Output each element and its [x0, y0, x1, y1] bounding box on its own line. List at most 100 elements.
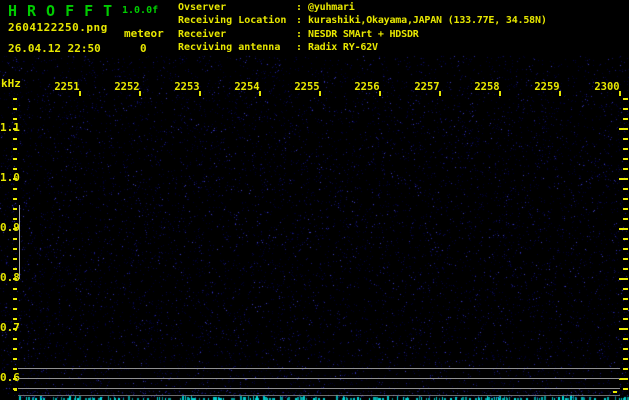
freq-tick-left: [13, 278, 17, 280]
app-version: 1.0.0f: [122, 5, 158, 16]
freq-axis-label: 0.8: [0, 271, 13, 284]
minute-tick: [439, 91, 441, 96]
freq-tick-left: [13, 118, 17, 120]
left-edge-marker-line: [19, 205, 20, 279]
minute-tick: [139, 91, 141, 96]
freq-tick-right: [623, 358, 628, 360]
freq-tick-left: [13, 358, 17, 360]
signal-strip-left-mark: [14, 389, 17, 391]
spectrogram-noise-canvas: [0, 0, 629, 400]
freq-tick-right-major: [619, 328, 628, 330]
freq-tick-right: [623, 148, 628, 150]
freq-tick-right: [623, 168, 628, 170]
freq-tick-left: [13, 298, 17, 300]
time-axis-label: 2259: [517, 81, 577, 93]
info-label: Recviving antenna: [178, 41, 296, 54]
observation-info-block: Ovserver:@yuhmariReceiving Location:kura…: [178, 1, 618, 55]
freq-tick-left: [13, 348, 17, 350]
freq-tick-right: [623, 338, 628, 340]
freq-tick-right: [623, 348, 628, 350]
freq-axis-label: 0.9: [0, 221, 13, 234]
minute-tick: [379, 91, 381, 96]
freq-axis-label: 0.6: [0, 371, 13, 384]
freq-tick-right: [623, 388, 628, 390]
output-filename: 2604122250.png: [8, 21, 108, 34]
time-axis-label: 2251: [37, 81, 97, 93]
info-label: Ovserver: [178, 1, 296, 14]
freq-tick-right: [623, 198, 628, 200]
minute-tick: [619, 91, 621, 96]
freq-tick-left: [13, 178, 17, 180]
minute-tick: [559, 91, 561, 96]
time-axis-label: 2253: [157, 81, 217, 93]
time-axis-label: 2252: [97, 81, 157, 93]
freq-tick-left: [13, 98, 17, 100]
minute-tick: [259, 91, 261, 96]
time-axis-label: 2254: [217, 81, 277, 93]
freq-tick-left: [13, 168, 17, 170]
hrofft-screen: HROFFT 1.0.0f 2604122250.png meteor 26.0…: [0, 0, 629, 400]
minute-tick: [319, 91, 321, 96]
freq-tick-right-major: [619, 128, 628, 130]
carrier-line: [18, 378, 620, 379]
freq-tick-right: [623, 368, 628, 370]
freq-tick-left: [13, 288, 17, 290]
freq-tick-right: [623, 188, 628, 190]
signal-strip-right-mark: [613, 391, 617, 393]
freq-tick-right: [623, 118, 628, 120]
freq-tick-left: [13, 258, 17, 260]
freq-axis-label: 1.0: [0, 171, 13, 184]
freq-tick-right: [623, 318, 628, 320]
info-separator: :: [296, 14, 308, 27]
observation-datetime: 26.04.12 22:50: [8, 42, 101, 55]
info-value: Radix RY-62V: [308, 42, 378, 53]
info-separator: :: [296, 1, 308, 14]
freq-tick-left: [13, 318, 17, 320]
freq-tick-left: [13, 158, 17, 160]
carrier-line: [18, 388, 620, 389]
time-axis-label: 2256: [337, 81, 397, 93]
freq-tick-left: [13, 228, 17, 230]
minute-tick: [199, 91, 201, 96]
freq-tick-right: [623, 248, 628, 250]
freq-tick-left: [13, 268, 17, 270]
freq-tick-right-major: [619, 178, 628, 180]
info-separator: :: [296, 28, 308, 41]
info-value: kurashiki,Okayama,JAPAN (133.77E, 34.58N…: [308, 15, 547, 26]
app-title: HROFFT: [8, 2, 122, 20]
info-separator: :: [296, 41, 308, 54]
freq-tick-right: [623, 288, 628, 290]
freq-tick-left: [13, 248, 17, 250]
freq-tick-right-major: [619, 228, 628, 230]
freq-tick-left: [13, 128, 17, 130]
time-axis-label: 2300: [577, 81, 629, 93]
freq-tick-left: [13, 308, 17, 310]
freq-tick-left: [13, 218, 17, 220]
freq-tick-left: [13, 108, 17, 110]
info-label: Receiver: [178, 28, 296, 41]
info-row: Recviving antenna:Radix RY-62V: [178, 41, 618, 54]
time-axis-label: 2255: [277, 81, 337, 93]
freq-tick-left: [13, 208, 17, 210]
freq-tick-left: [13, 378, 17, 380]
time-axis-label: 2258: [457, 81, 517, 93]
info-row: Ovserver:@yuhmari: [178, 1, 618, 14]
freq-tick-right: [623, 218, 628, 220]
freq-tick-left: [13, 148, 17, 150]
freq-tick-right: [623, 158, 628, 160]
info-value: NESDR SMArt + HDSDR: [308, 29, 419, 40]
freq-tick-right: [623, 268, 628, 270]
freq-tick-right: [623, 208, 628, 210]
freq-tick-left: [13, 338, 17, 340]
freq-tick-right: [623, 308, 628, 310]
freq-tick-left: [13, 138, 17, 140]
freq-tick-right: [623, 298, 628, 300]
freq-tick-left: [13, 188, 17, 190]
freq-axis-label: 1.1: [0, 121, 13, 134]
minute-tick: [499, 91, 501, 96]
info-value: @yuhmari: [308, 2, 355, 13]
freq-tick-left: [13, 368, 17, 370]
meteor-count-label: meteor: [124, 27, 164, 40]
freq-tick-right: [623, 238, 628, 240]
info-row: Receiving Location:kurashiki,Okayama,JAP…: [178, 14, 618, 27]
